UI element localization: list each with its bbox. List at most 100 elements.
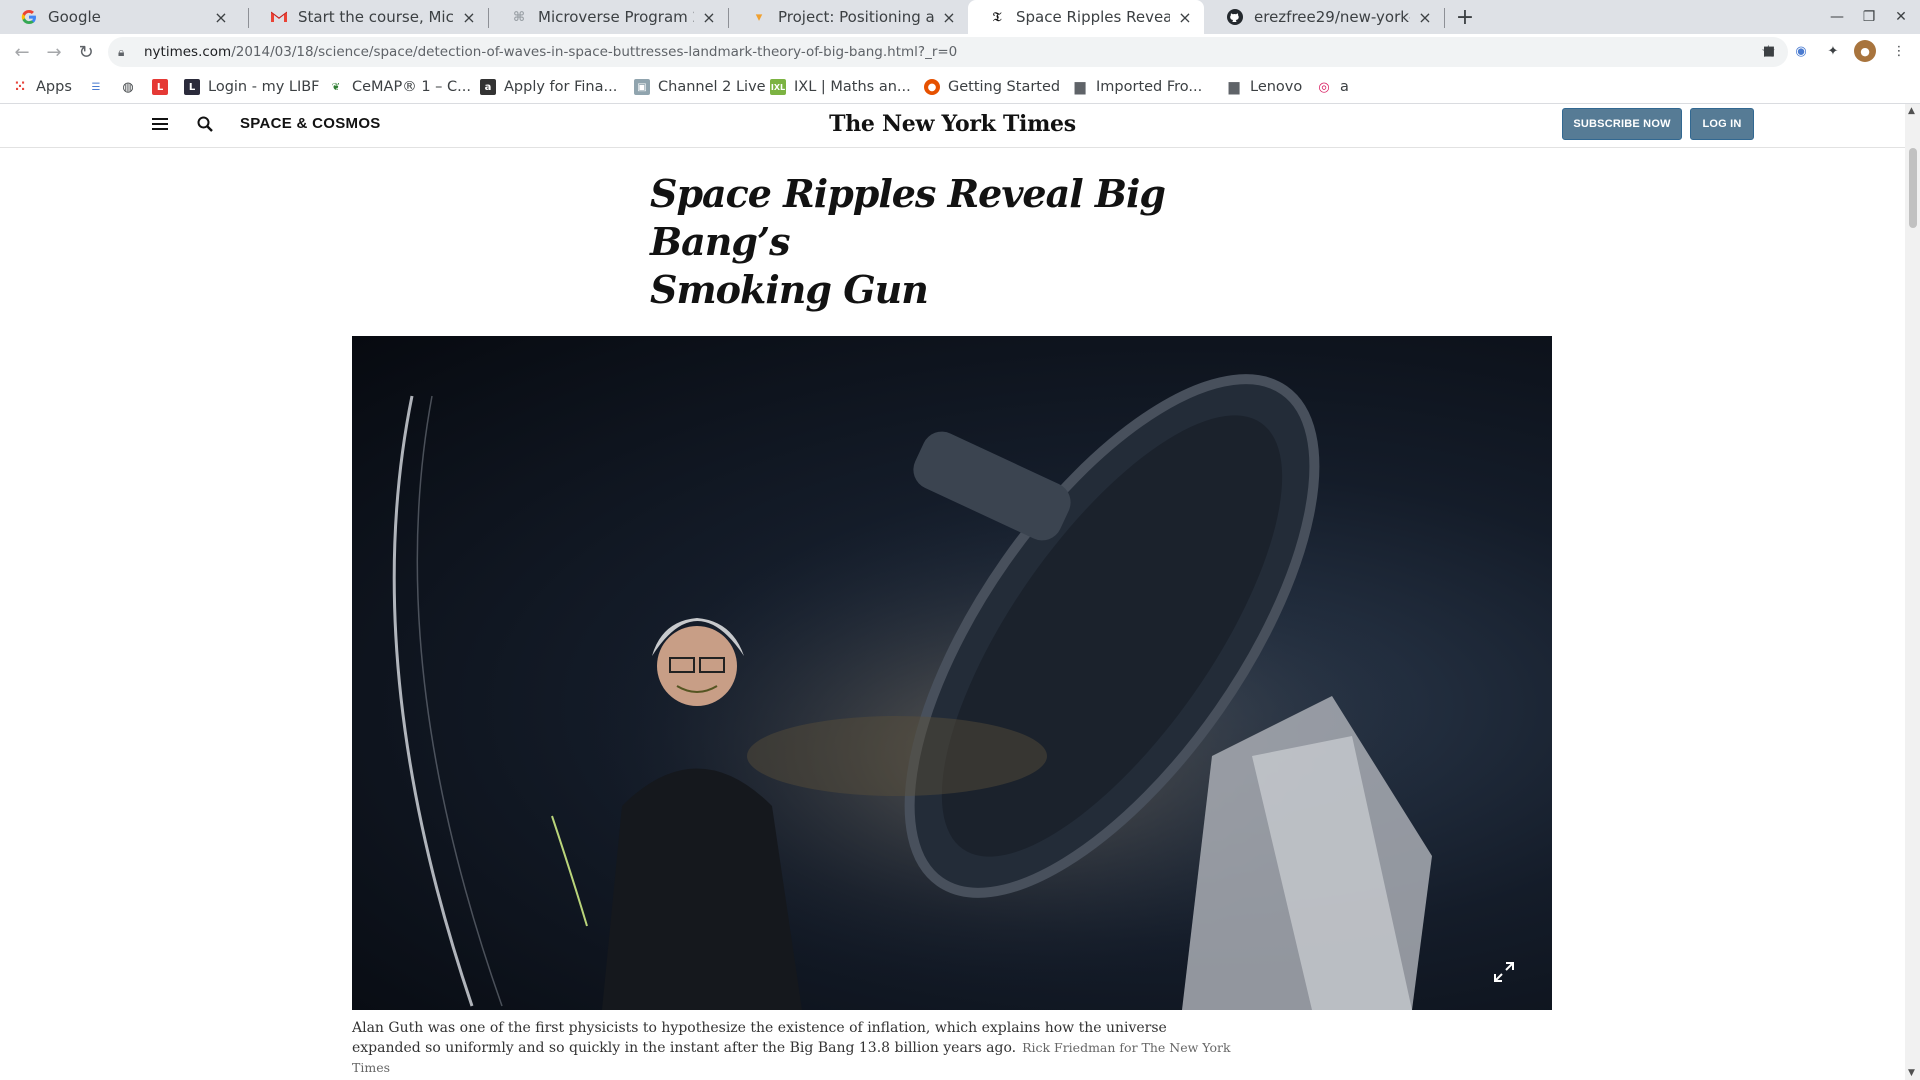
tab-microverse-course[interactable]: Start the course, Microverse × <box>250 0 488 34</box>
browser-toolbar: ← → ↻ 🔒︎ nytimes.com/2014/03/18/science/… <box>0 34 1920 70</box>
menu-dots-icon[interactable]: ⋮ <box>1888 40 1910 62</box>
bookmarks-bar: ⁙ Apps ☰ ◍ L L Login - my LIBF ❦ CeMAP® … <box>0 70 1920 104</box>
reload-icon[interactable]: ↻ <box>72 38 100 66</box>
bookmark-channel2[interactable]: ▣ Channel 2 Live <box>634 70 766 104</box>
bookmark-getting-started[interactable]: ● Getting Started <box>924 70 1060 104</box>
scroll-up-icon[interactable]: ▲ <box>1908 106 1915 116</box>
bookmark-cemap[interactable]: ❦ CeMAP® 1 – C... <box>328 70 471 104</box>
tab-microverse-program[interactable]: ⌘ Microverse Program 2.0 × <box>490 0 728 34</box>
bookmark-label: Lenovo <box>1250 79 1303 95</box>
bookmark-item[interactable]: L <box>152 70 176 104</box>
nyt-header: SPACE & COSMOS The New York Times SUBSCR… <box>0 104 1905 148</box>
tab-title: erezfree29/new-york-times <box>1254 8 1410 26</box>
tab-strip: Google × Start the course, Microverse × … <box>0 0 1920 34</box>
bookmark-a[interactable]: ◎ a <box>1316 70 1349 104</box>
close-icon[interactable]: × <box>940 8 958 27</box>
close-icon[interactable]: × <box>1176 8 1194 27</box>
bookmark-label: a <box>1340 79 1349 95</box>
close-icon[interactable]: × <box>460 8 478 27</box>
microverse-icon: ⌘ <box>512 9 526 25</box>
bookmark-label: Apps <box>36 79 72 95</box>
lock-icon: 🔒︎ <box>118 44 125 59</box>
bookmark-label: CeMAP® 1 – C... <box>352 79 471 95</box>
tab-project[interactable]: ▾ Project: Positioning and F × <box>730 0 968 34</box>
url-path: /2014/03/18/science/space/detection-of-w… <box>231 44 958 60</box>
tab-title: Start the course, Microverse <box>298 8 454 26</box>
bookmark-imported[interactable]: ▆ Imported Fro... <box>1072 70 1203 104</box>
avatar[interactable]: ● <box>1854 40 1876 62</box>
bookmark-label: Apply for Fina... <box>504 79 618 95</box>
cemap-icon: ❦ <box>331 81 341 93</box>
headline-line-1: Space Ripples Reveal Big Bang’s <box>650 171 1166 264</box>
subscribe-button[interactable]: SUBSCRIBE NOW <box>1562 108 1682 140</box>
login-button[interactable]: LOG IN <box>1690 108 1754 140</box>
tab-divider <box>1444 8 1445 28</box>
a-icon: ◎ <box>1318 79 1330 95</box>
bookmark-label: Getting Started <box>948 79 1061 95</box>
google-icon <box>20 8 38 26</box>
page-scrollbar[interactable]: ▲ ▼ <box>1905 104 1920 1080</box>
channel-icon: ▣ <box>634 79 650 95</box>
globe-icon: ◍ <box>122 79 134 95</box>
address-bar[interactable]: 🔒︎ nytimes.com/2014/03/18/science/space/… <box>108 37 1788 67</box>
tab-title: Space Ripples Reveal Big B <box>1016 8 1170 26</box>
bookmark-label: Login - my LIBF <box>208 79 320 95</box>
close-icon[interactable]: × <box>1416 8 1434 27</box>
tab-divider <box>488 8 489 28</box>
url-text: nytimes.com/2014/03/18/science/space/det… <box>144 44 957 60</box>
bookmark-item[interactable]: ◍ <box>120 70 144 104</box>
close-icon[interactable]: × <box>212 8 230 27</box>
forward-icon[interactable]: → <box>40 38 68 66</box>
project-icon: ▾ <box>755 9 763 25</box>
lead-photo[interactable] <box>352 336 1552 1010</box>
nyt-icon: 𝔗 <box>992 9 1002 25</box>
expand-icon[interactable] <box>1492 960 1516 984</box>
article-headline: Space Ripples Reveal Big Bang’s Smoking … <box>650 170 1250 314</box>
scroll-thumb[interactable] <box>1909 148 1917 228</box>
lsc-icon: L <box>152 79 168 95</box>
bookmark-item[interactable]: ☰ <box>88 70 112 104</box>
tab-divider <box>248 8 249 28</box>
extension-icon[interactable]: ■ <box>1758 40 1780 62</box>
tab-title: Project: Positioning and F <box>778 8 934 26</box>
firefox-icon: ● <box>924 79 940 95</box>
close-icon[interactable]: × <box>700 8 718 27</box>
extension-icon[interactable]: ◉ <box>1790 40 1812 62</box>
bookmark-label: IXL | Maths an... <box>794 79 911 95</box>
ixl-icon: IXL <box>770 79 786 95</box>
bookmark-libf[interactable]: L Login - my LIBF <box>184 70 320 104</box>
url-host: nytimes.com <box>144 44 232 60</box>
telescope-photo <box>352 336 1552 1010</box>
bookmark-apply[interactable]: a Apply for Fina... <box>480 70 617 104</box>
apply-icon: a <box>480 79 496 95</box>
new-tab-button[interactable]: + <box>1450 0 1480 34</box>
github-icon <box>1226 8 1244 26</box>
photo-caption: Alan Guth was one of the first physicist… <box>352 1018 1232 1078</box>
tab-title: Google <box>48 8 101 26</box>
libf-icon: L <box>184 79 200 95</box>
bookmark-ixl[interactable]: IXL IXL | Maths an... <box>770 70 911 104</box>
puzzle-icon[interactable]: ✦ <box>1822 40 1844 62</box>
tab-nyt-article[interactable]: 𝔗 Space Ripples Reveal Big B × <box>968 0 1204 34</box>
bookmark-lenovo[interactable]: ▆ Lenovo <box>1226 70 1303 104</box>
bookmark-icon: ☰ <box>91 81 101 93</box>
page-content: SPACE & COSMOS The New York Times SUBSCR… <box>0 104 1905 1080</box>
headline-line-2: Smoking Gun <box>650 267 929 312</box>
folder-icon: ▆ <box>1228 79 1240 95</box>
back-icon[interactable]: ← <box>8 38 36 66</box>
bookmark-label: Imported Fro... <box>1096 79 1203 95</box>
apps-grid-icon: ⁙ <box>14 79 26 95</box>
bookmark-label: Channel 2 Live <box>658 79 766 95</box>
bookmark-apps[interactable]: ⁙ Apps <box>12 70 72 104</box>
gmail-icon <box>270 8 288 26</box>
tab-google[interactable]: Google × <box>0 0 240 34</box>
window-close-icon[interactable]: ✕ <box>1886 0 1916 34</box>
tab-github[interactable]: erezfree29/new-york-times × <box>1206 0 1444 34</box>
folder-icon: ▆ <box>1074 79 1086 95</box>
tab-divider <box>728 8 729 28</box>
tab-title: Microverse Program 2.0 <box>538 8 694 26</box>
restore-icon[interactable]: ❐ <box>1854 0 1884 34</box>
minimize-icon[interactable]: — <box>1822 0 1852 34</box>
logo-text: The New York Times <box>829 111 1076 137</box>
scroll-down-icon[interactable]: ▼ <box>1908 1068 1915 1078</box>
